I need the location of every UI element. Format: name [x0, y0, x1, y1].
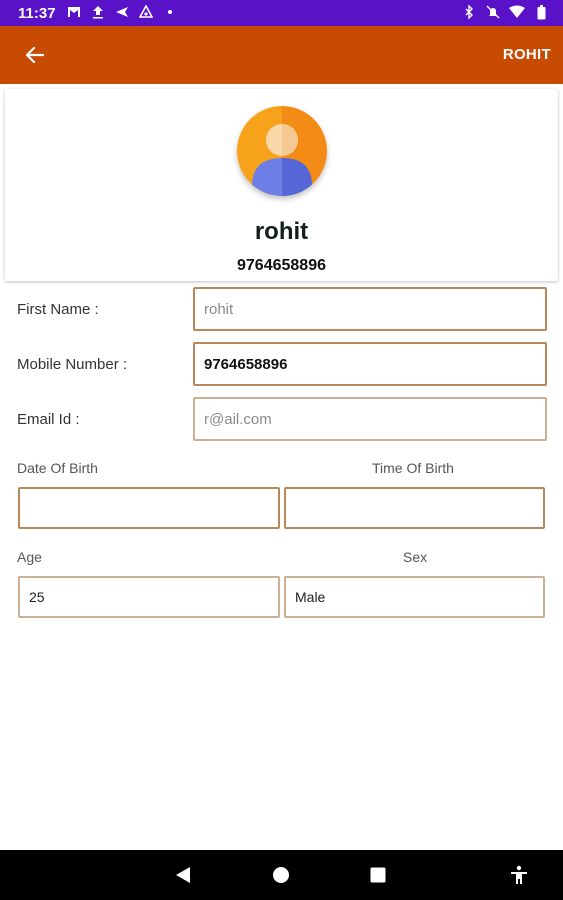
arrow-left-icon — [25, 46, 45, 64]
gmail-icon — [66, 3, 82, 21]
tob-field[interactable] — [284, 487, 545, 529]
mobile-number-field[interactable]: 9764658896 — [193, 342, 547, 386]
nav-back-button[interactable] — [170, 862, 196, 888]
status-time: 11:37 — [18, 5, 56, 22]
app-bar: ROHIT — [0, 26, 563, 84]
bluetooth-icon — [461, 3, 477, 21]
profile-phone: 9764658896 — [237, 257, 326, 274]
tob-label: Time Of Birth — [372, 460, 454, 476]
profile-name: rohit — [254, 218, 309, 245]
upload-icon — [90, 3, 106, 21]
nav-home-button[interactable] — [268, 862, 294, 888]
back-button[interactable] — [20, 41, 50, 69]
mute-icon — [485, 3, 501, 21]
wifi-icon — [509, 3, 525, 21]
recents-square-icon — [370, 867, 386, 883]
app-bar-title: ROHIT — [502, 46, 551, 63]
user-avatar-icon — [237, 106, 327, 196]
age-field[interactable]: 25 — [18, 576, 280, 618]
mobile-number-label: Mobile Number : — [17, 356, 128, 373]
android-icon — [138, 3, 154, 21]
status-bar: 11:37 — [0, 0, 563, 26]
age-label: Age — [17, 549, 42, 565]
sex-label: Sex — [403, 549, 428, 565]
profile-card: rohit 9764658896 — [5, 89, 558, 281]
home-circle-icon — [273, 867, 289, 883]
battery-icon — [533, 3, 549, 21]
back-triangle-icon — [176, 867, 190, 883]
dob-label: Date Of Birth — [17, 460, 98, 476]
nav-recents-button[interactable] — [365, 862, 391, 888]
first-name-label: First Name : — [17, 301, 99, 318]
nav-accessibility-button[interactable] — [506, 862, 532, 888]
first-name-field[interactable]: rohit — [193, 287, 547, 331]
email-field[interactable]: r@ail.com — [193, 397, 547, 441]
accessibility-icon — [511, 865, 527, 884]
send-icon — [114, 3, 130, 21]
avatar — [237, 106, 327, 196]
notification-icons — [66, 3, 178, 21]
sex-field[interactable]: Male — [284, 576, 545, 618]
system-nav-bar — [0, 850, 563, 900]
system-icons — [461, 3, 549, 21]
dot-icon — [162, 3, 178, 21]
dob-field[interactable] — [18, 487, 280, 529]
email-label: Email Id : — [17, 411, 80, 428]
